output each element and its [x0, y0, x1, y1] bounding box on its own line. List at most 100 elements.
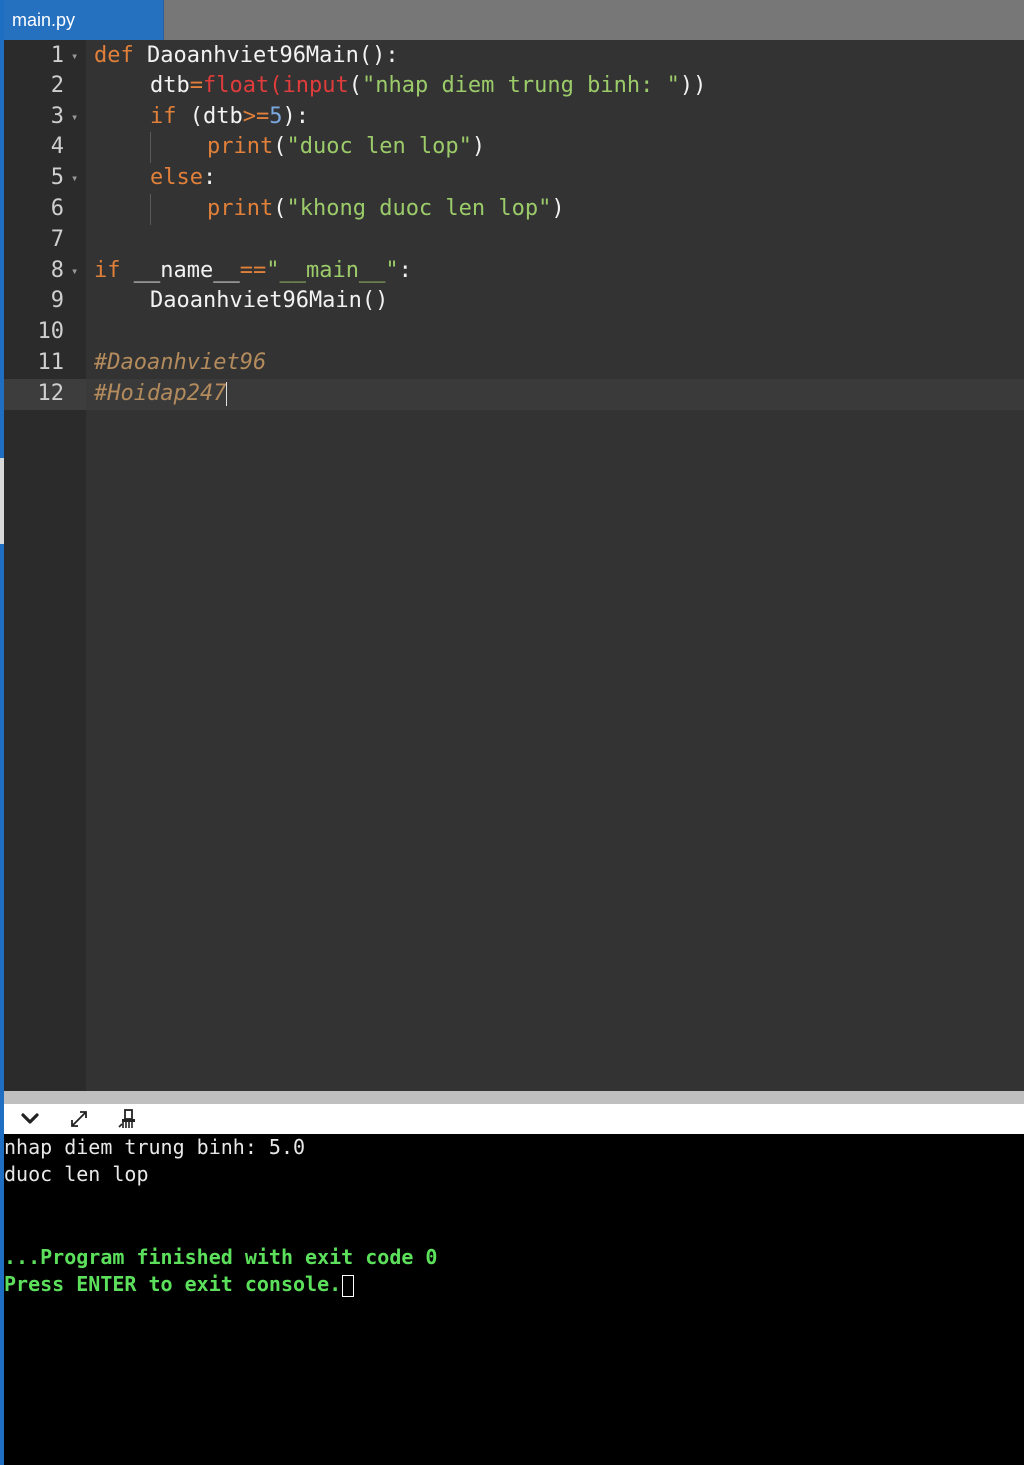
code-line[interactable]: 5 ▾ else:	[4, 163, 1024, 194]
string-token: "duoc len lop"	[286, 134, 472, 160]
code-line[interactable]: 8 ▾ if __name__=="__main__":	[4, 256, 1024, 287]
identifier-token: dtb	[150, 72, 190, 98]
line-number-cell: 2	[4, 71, 86, 102]
punctuation-token: :	[398, 257, 412, 283]
keyword-token: else	[150, 165, 203, 191]
punctuation-token: :	[202, 165, 217, 191]
operator-token: ==	[239, 257, 267, 283]
string-token: "khong duoc len lop"	[286, 195, 552, 221]
code-line[interactable]: 6 print("khong duoc len lop")	[4, 193, 1024, 225]
line-number: 1	[50, 43, 64, 68]
console-prompt-text: Press ENTER to exit console.	[4, 1272, 342, 1296]
indent-guide	[150, 132, 151, 164]
code-lines: 1 ▾ def Daoanhviet96Main(): 2 dtb=float(…	[4, 40, 1024, 410]
code-text: def Daoanhviet96Main():	[94, 41, 399, 72]
code-text: Daoanhviet96Main()	[150, 286, 388, 317]
punctuation-token: )	[551, 195, 565, 221]
line-number-cell: 10	[4, 317, 86, 348]
line-number: 5	[50, 165, 64, 191]
console-status-line-wrap: Press ENTER to exit console.	[4, 1271, 355, 1298]
line-number: 6	[50, 195, 64, 221]
code-line[interactable]: 11 #Daoanhviet96	[4, 348, 1024, 379]
code-line[interactable]: 7	[4, 225, 1024, 256]
builtin-token: input	[282, 72, 349, 98]
console-line: nhap diem trung binh: 5.0	[4, 1135, 306, 1159]
online-ide-window: main.py 1 ▾ def Daoanhviet96Main(): 2 dt…	[0, 0, 1024, 1465]
chevron-down-icon[interactable]	[18, 1108, 42, 1130]
code-line[interactable]: 2 dtb=float(input("nhap diem trung binh:…	[4, 71, 1024, 102]
punctuation-token: (	[269, 72, 283, 98]
line-number-cell: 3 ▾	[4, 102, 86, 133]
string-token: "nhap diem trung binh: "	[361, 72, 680, 98]
left-accent-strip	[0, 0, 4, 1465]
line-number-cell: 5 ▾	[4, 163, 86, 194]
terminal-cursor	[342, 1274, 355, 1297]
punctuation-token: ):	[282, 103, 309, 129]
indent-guide	[150, 193, 151, 225]
code-text: dtb=float(input("nhap diem trung binh: "…	[150, 71, 706, 102]
line-number-cell: 9	[4, 286, 86, 317]
code-line[interactable]: 3 ▾ if (dtb>=5):	[4, 102, 1024, 133]
operator-token: =	[189, 72, 203, 98]
code-text: if __name__=="__main__":	[94, 256, 412, 287]
code-line[interactable]: 10	[4, 317, 1024, 348]
fold-arrow-icon[interactable]: ▾	[71, 163, 78, 194]
code-text: #Daoanhviet96	[94, 348, 266, 379]
tab-main-py[interactable]: main.py	[4, 0, 164, 40]
line-number: 11	[37, 349, 65, 375]
scrollbar-thumb[interactable]	[0, 458, 4, 544]
code-line[interactable]: 4 print("duoc len lop")	[4, 132, 1024, 164]
tab-label: main.py	[12, 10, 76, 30]
line-number-cell: 11	[4, 348, 86, 379]
tab-bar: main.py	[0, 0, 1024, 40]
builtin-token: float	[203, 72, 270, 98]
fold-arrow-icon[interactable]: ▾	[71, 256, 78, 287]
code-text: print("khong duoc len lop")	[207, 194, 565, 225]
identifier-token: (dtb	[176, 103, 243, 129]
keyword-token: if	[150, 103, 177, 129]
line-number: 4	[50, 134, 64, 160]
line-number: 10	[37, 319, 65, 345]
keyword-token: def	[94, 43, 134, 68]
identifier-token: Daoanhviet96Main	[133, 43, 359, 68]
line-number: 12	[37, 380, 65, 406]
console-toolbar	[4, 1104, 1024, 1134]
identifier-token: Daoanhviet96Main()	[150, 288, 389, 314]
line-number: 7	[50, 226, 64, 252]
code-editor[interactable]: 1 ▾ def Daoanhviet96Main(): 2 dtb=float(…	[4, 40, 1024, 1091]
text-cursor	[226, 381, 228, 406]
code-text: if (dtb>=5):	[150, 102, 309, 133]
code-text: print("duoc len lop")	[207, 132, 485, 163]
string-token: "__main__"	[266, 257, 399, 283]
code-line-active[interactable]: 12 #Hoidap247	[4, 378, 1024, 410]
operator-token: >=	[242, 103, 270, 129]
keyword-token: print	[207, 134, 274, 160]
punctuation-token: )	[471, 134, 486, 160]
console-status-line: ...Program finished with exit code 0	[4, 1245, 438, 1269]
line-number-cell: 4	[4, 132, 86, 163]
fold-arrow-icon[interactable]: ▾	[71, 102, 78, 133]
keyword-token: print	[207, 195, 274, 221]
console-output[interactable]: nhap diem trung binh: 5.0 duoc len lop .…	[4, 1134, 1024, 1465]
punctuation-token: ():	[358, 43, 399, 68]
code-line[interactable]: 1 ▾ def Daoanhviet96Main():	[4, 41, 1024, 72]
code-text: #Hoidap247	[94, 379, 228, 410]
line-number: 9	[50, 288, 64, 314]
fold-arrow-icon[interactable]: ▾	[71, 41, 78, 72]
expand-icon[interactable]	[67, 1108, 91, 1130]
line-number: 2	[50, 72, 64, 98]
panel-splitter[interactable]	[4, 1091, 1024, 1104]
line-number: 8	[50, 257, 64, 283]
punctuation-token: (	[273, 195, 287, 221]
clear-console-icon[interactable]	[116, 1108, 140, 1130]
comment-token: #Daoanhviet96	[94, 349, 267, 375]
comment-token: #Hoidap247	[94, 380, 227, 406]
line-number-cell: 6	[4, 194, 86, 225]
line-number-cell: 8 ▾	[4, 256, 86, 287]
number-token: 5	[269, 103, 283, 129]
punctuation-token: (	[348, 72, 362, 98]
identifier-token: __name__	[120, 257, 240, 283]
punctuation-token: ))	[679, 72, 707, 98]
punctuation-token: (	[273, 134, 287, 160]
code-line[interactable]: 9 Daoanhviet96Main()	[4, 286, 1024, 317]
